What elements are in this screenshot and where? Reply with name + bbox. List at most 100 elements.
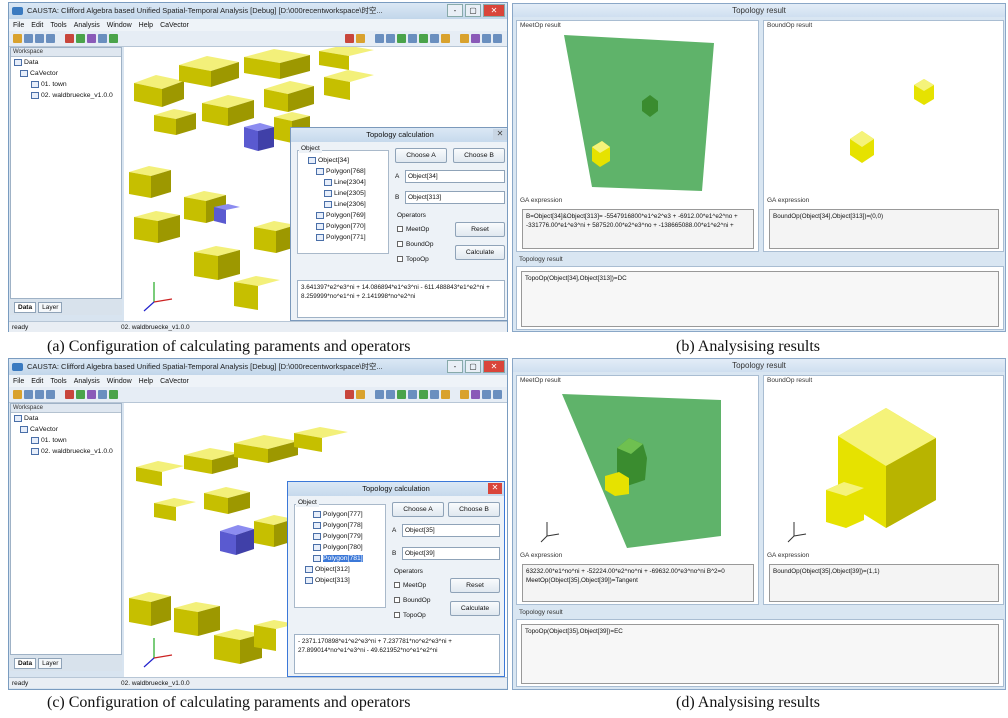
menu-help[interactable]: Help: [139, 22, 153, 29]
fit-icon[interactable]: [386, 390, 395, 399]
terrain-icon[interactable]: [419, 34, 428, 43]
tree-polygon-770[interactable]: Polygon[770]: [298, 221, 388, 232]
menu-window[interactable]: Window: [107, 22, 132, 29]
info-icon[interactable]: [493, 34, 502, 43]
settings-icon[interactable]: [471, 34, 480, 43]
box-icon[interactable]: [441, 34, 450, 43]
measure-icon[interactable]: [430, 390, 439, 399]
vector-icon[interactable]: [98, 34, 107, 43]
menu-file[interactable]: File: [13, 378, 24, 385]
refresh-icon[interactable]: [76, 390, 85, 399]
menu-cavector[interactable]: CaVector: [160, 22, 189, 29]
tree-cavector[interactable]: CaVector: [11, 68, 121, 79]
save-icon[interactable]: [24, 390, 33, 399]
tab-data[interactable]: Data: [14, 657, 37, 669]
box-icon[interactable]: [441, 390, 450, 399]
fit-icon[interactable]: [386, 34, 395, 43]
close-button[interactable]: ✕: [483, 360, 505, 373]
minimize-button[interactable]: -: [447, 4, 463, 17]
choose-b-button[interactable]: Choose B: [448, 502, 500, 517]
tree-polygon-780[interactable]: Polygon[780]: [295, 542, 385, 553]
choose-a-button[interactable]: Choose A: [392, 502, 444, 517]
save-icon[interactable]: [24, 34, 33, 43]
tree-polygon-768[interactable]: Polygon[768]: [298, 166, 388, 177]
layer-icon[interactable]: [65, 34, 74, 43]
layer-icon[interactable]: [65, 390, 74, 399]
open-icon[interactable]: [13, 390, 22, 399]
tree-polygon-769[interactable]: Polygon[769]: [298, 210, 388, 221]
tab-layer[interactable]: Layer: [38, 301, 63, 313]
tree-line-2306[interactable]: Line[2306]: [298, 199, 388, 210]
minimize-button[interactable]: -: [447, 360, 463, 373]
rotate-icon[interactable]: [408, 390, 417, 399]
tree-object-313[interactable]: Object[313]: [295, 575, 385, 586]
meetop-checkbox[interactable]: MeetOp: [397, 225, 429, 234]
pin-icon[interactable]: [356, 34, 365, 43]
tree-polygon-777[interactable]: Polygon[777]: [295, 509, 385, 520]
tab-layer[interactable]: Layer: [38, 657, 63, 669]
vector-icon[interactable]: [98, 390, 107, 399]
refresh-icon[interactable]: [76, 34, 85, 43]
copy-icon[interactable]: [35, 34, 44, 43]
menu-cavector[interactable]: CaVector: [160, 378, 189, 385]
tree-object-34[interactable]: Object[34]: [298, 155, 388, 166]
copy-icon[interactable]: [35, 390, 44, 399]
reset-button[interactable]: Reset: [455, 222, 505, 237]
object-a-field[interactable]: Object[35]: [402, 524, 500, 537]
topoop-checkbox[interactable]: TopoOp: [394, 611, 426, 620]
menu-file[interactable]: File: [13, 22, 24, 29]
object-b-field[interactable]: Object[39]: [402, 547, 500, 560]
calculate-button[interactable]: Calculate: [455, 245, 505, 260]
pin-icon[interactable]: [356, 390, 365, 399]
maximize-button[interactable]: ▢: [465, 360, 481, 373]
pan-icon[interactable]: [345, 34, 354, 43]
tree-polygon-771[interactable]: Polygon[771]: [298, 232, 388, 243]
maximize-button[interactable]: ▢: [465, 4, 481, 17]
tree-item-waldbruecke[interactable]: 02. waldbruecke_v1.0.0: [11, 446, 121, 457]
tree-polygon-781[interactable]: Polygon[781]: [295, 553, 385, 564]
menu-tools[interactable]: Tools: [50, 378, 66, 385]
key-icon[interactable]: [460, 390, 469, 399]
tree-line-2304[interactable]: Line[2304]: [298, 177, 388, 188]
menu-edit[interactable]: Edit: [31, 378, 43, 385]
tree-polygon-779[interactable]: Polygon[779]: [295, 531, 385, 542]
view-icon[interactable]: [397, 390, 406, 399]
dialog-close-button[interactable]: ✕: [493, 129, 507, 140]
measure-icon[interactable]: [430, 34, 439, 43]
3d-view[interactable]: Topology calculation ✕ Object[34] Polygon…: [124, 47, 507, 321]
view-icon[interactable]: [397, 34, 406, 43]
calculate-button[interactable]: Calculate: [450, 601, 500, 616]
tree-item-waldbruecke[interactable]: 02. waldbruecke_v1.0.0: [11, 90, 121, 101]
rotate-icon[interactable]: [408, 34, 417, 43]
grid-icon[interactable]: [109, 390, 118, 399]
zoom-icon[interactable]: [375, 34, 384, 43]
3d-view[interactable]: Topology calculation ✕ Polygon[777] Polyg…: [124, 403, 507, 677]
tree-data[interactable]: Data: [11, 57, 121, 68]
topoop-checkbox[interactable]: TopoOp: [397, 255, 429, 264]
object-a-field[interactable]: Object[34]: [405, 170, 505, 183]
tree-line-2305[interactable]: Line[2305]: [298, 188, 388, 199]
tree-polygon-778[interactable]: Polygon[778]: [295, 520, 385, 531]
menu-tools[interactable]: Tools: [50, 22, 66, 29]
tree-data[interactable]: Data: [11, 413, 121, 424]
tree-object-312[interactable]: Object[312]: [295, 564, 385, 575]
menu-analysis[interactable]: Analysis: [74, 378, 100, 385]
pan-icon[interactable]: [345, 390, 354, 399]
meetop-checkbox[interactable]: MeetOp: [394, 581, 426, 590]
gear-icon[interactable]: [482, 34, 491, 43]
gear-icon[interactable]: [482, 390, 491, 399]
tree-item-town[interactable]: 01. town: [11, 435, 121, 446]
menu-window[interactable]: Window: [107, 378, 132, 385]
zoom-icon[interactable]: [375, 390, 384, 399]
reset-button[interactable]: Reset: [450, 578, 500, 593]
key-icon[interactable]: [460, 34, 469, 43]
choose-a-button[interactable]: Choose A: [395, 148, 447, 163]
help-icon[interactable]: [46, 34, 55, 43]
select-icon[interactable]: [87, 390, 96, 399]
boundop-checkbox[interactable]: BoundOp: [394, 596, 430, 605]
close-button[interactable]: ✕: [483, 4, 505, 17]
choose-b-button[interactable]: Choose B: [453, 148, 505, 163]
dialog-close-button[interactable]: ✕: [488, 483, 502, 494]
boundop-checkbox[interactable]: BoundOp: [397, 240, 433, 249]
object-b-field[interactable]: Object[313]: [405, 191, 505, 204]
